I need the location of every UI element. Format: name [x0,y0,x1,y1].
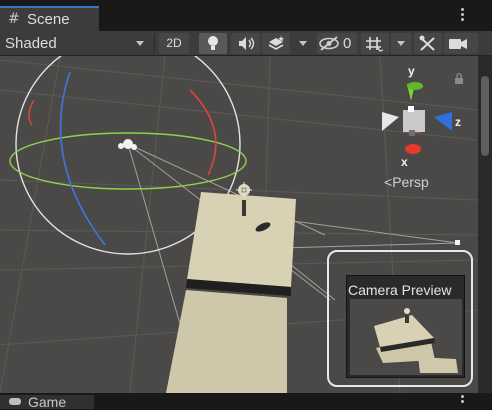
camera-preview-title: Camera Preview [348,282,452,298]
chevron-down-icon [136,41,144,46]
orientation-gizmo [382,82,452,154]
light-icon [118,139,137,150]
chevron-down-icon [299,41,307,46]
toolbar-divider [154,34,155,53]
eye-slash-icon [319,36,339,51]
tools-icon [419,35,435,51]
effects-toggle[interactable] [262,33,290,54]
scene-toolbar: Shaded 2D 0 [0,31,492,56]
gizmo-x-label: x [401,155,408,169]
draw-mode-value: Shaded [5,35,57,52]
camera-preview[interactable]: Camera Preview [346,275,465,378]
more-options-icon[interactable] [461,8,465,22]
effects-dropdown[interactable] [292,33,314,54]
tools-toggle[interactable] [414,33,442,54]
gamepad-icon [9,398,21,405]
chevron-left-icon: < [384,174,393,190]
scrollbar-thumb[interactable] [481,76,489,156]
grid-toggle[interactable] [361,33,389,54]
camera-preview-image [350,299,462,375]
grid-icon [366,37,384,52]
audio-icon [239,37,255,50]
camera-icon [449,39,467,49]
tab-bar: # Scene [0,0,492,31]
hidden-objects-toggle[interactable]: 0 [317,33,357,54]
hashtag-grid-icon: # [8,11,20,27]
bottom-tab-bar: Game [0,393,492,410]
grid-dropdown[interactable] [391,33,411,54]
hidden-count: 0 [343,35,352,52]
gizmo-y-label: y [408,64,415,78]
lighting-toggle[interactable] [199,33,227,54]
projection-label: Persp [392,174,429,190]
tab-game-label: Game [28,394,67,410]
tab-scene-label: Scene [27,11,70,28]
draw-mode-dropdown[interactable]: Shaded [0,31,152,55]
ground-plane [166,290,287,393]
camera-settings-button[interactable] [444,33,478,54]
tab-scene[interactable]: # Scene [0,6,99,31]
mode-2d-label: 2D [166,36,182,50]
effects-layers-icon [268,36,284,50]
chevron-down-icon [397,41,405,46]
scene-scrollbar[interactable] [478,56,492,393]
mode-2d-button[interactable]: 2D [159,33,189,54]
audio-toggle[interactable] [231,33,260,54]
preview-handle [455,240,460,245]
gizmo-z-label: z [455,115,461,129]
box-object [186,192,296,296]
projection-toggle[interactable]: <Persp [384,174,429,190]
lock-icon [455,72,463,84]
lightbulb-icon [208,36,218,50]
